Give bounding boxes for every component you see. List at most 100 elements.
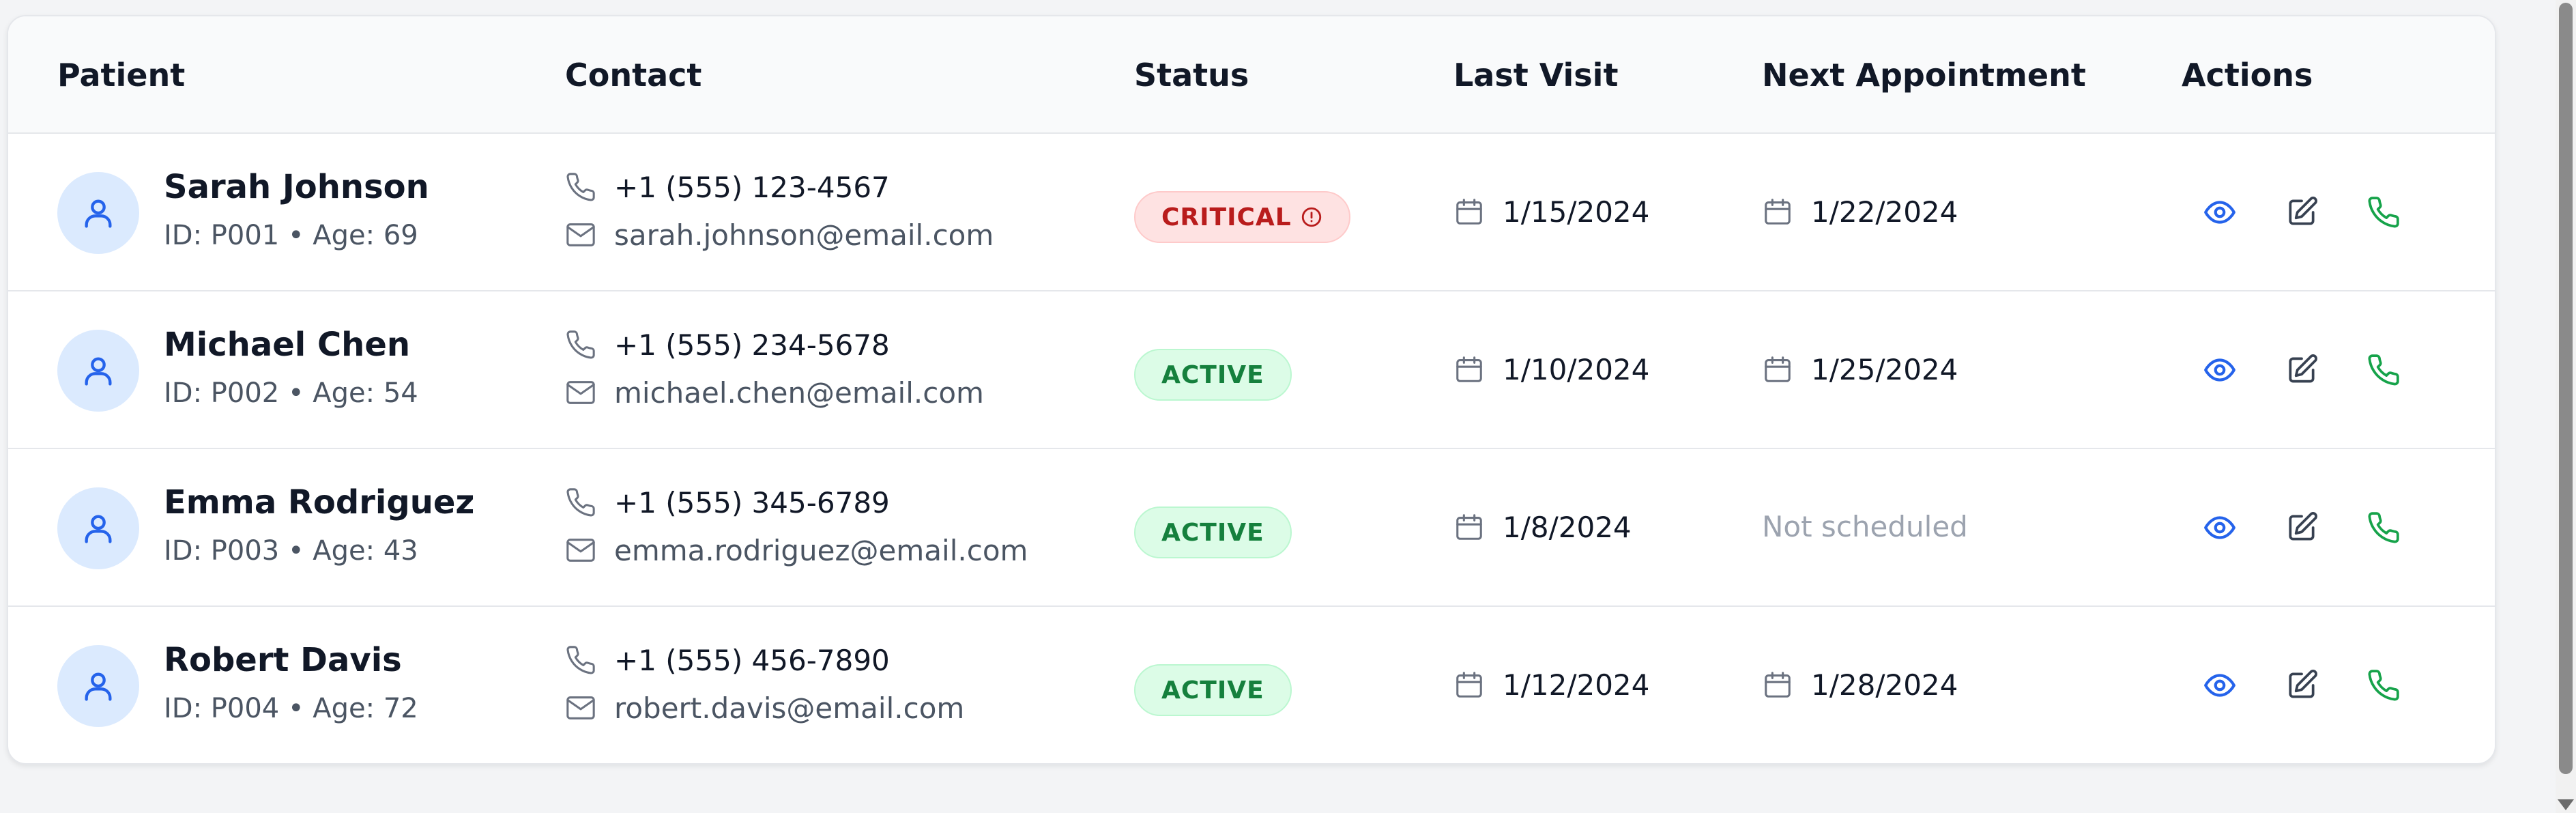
patient-meta: ID: P002 • Age: 54 bbox=[164, 377, 418, 409]
eye-icon bbox=[2204, 674, 2235, 697]
calendar-icon bbox=[1765, 672, 1791, 698]
scroll-down-arrow-icon[interactable] bbox=[2558, 799, 2574, 810]
view-button[interactable] bbox=[2196, 346, 2244, 394]
calendar-icon bbox=[1765, 199, 1791, 225]
column-header-status: Status bbox=[1134, 57, 1249, 94]
page: Patient Contact Status Last Visit Next A… bbox=[0, 0, 2576, 813]
user-icon bbox=[85, 199, 112, 228]
call-button[interactable] bbox=[2360, 346, 2407, 394]
alert-circle-icon bbox=[1301, 207, 1321, 227]
edit-icon bbox=[2289, 354, 2317, 383]
phone-icon bbox=[566, 173, 595, 201]
eye-icon bbox=[2204, 516, 2235, 539]
phone-icon bbox=[566, 646, 595, 674]
avatar bbox=[57, 487, 139, 569]
status-badge: ACTIVE bbox=[1134, 349, 1292, 401]
view-button[interactable] bbox=[2196, 188, 2244, 236]
calendar-icon bbox=[1456, 199, 1482, 225]
user-icon bbox=[85, 515, 112, 543]
patient-meta: ID: P004 • Age: 72 bbox=[164, 693, 418, 724]
next-appointment-date: 1/22/2024 bbox=[1811, 195, 1958, 229]
contact-email: emma.rodriguez@email.com bbox=[565, 531, 1028, 569]
edit-button[interactable] bbox=[2278, 188, 2326, 236]
table-header: Patient Contact Status Last Visit Next A… bbox=[8, 16, 2495, 134]
edit-icon bbox=[2289, 197, 2317, 225]
contact-phone: +1 (555) 234-5678 bbox=[565, 326, 890, 364]
column-header-patient: Patient bbox=[57, 57, 186, 94]
email-address: emma.rodriguez@email.com bbox=[614, 533, 1028, 567]
status-badge: CRITICAL bbox=[1134, 191, 1350, 243]
last-visit: 1/15/2024 bbox=[1453, 191, 1649, 232]
phone-icon bbox=[2368, 354, 2399, 386]
contact-phone: +1 (555) 123-4567 bbox=[565, 168, 890, 206]
contact-phone: +1 (555) 456-7890 bbox=[565, 641, 890, 679]
last-visit-date: 1/15/2024 bbox=[1503, 195, 1650, 229]
avatar bbox=[57, 645, 139, 727]
next-appointment: 1/28/2024 bbox=[1762, 664, 1958, 705]
email-address: michael.chen@email.com bbox=[614, 375, 984, 410]
view-button[interactable] bbox=[2196, 661, 2244, 709]
call-button[interactable] bbox=[2360, 661, 2407, 709]
edit-button[interactable] bbox=[2278, 504, 2326, 552]
column-header-next-appointment: Next Appointment bbox=[1762, 57, 2086, 94]
avatar bbox=[57, 172, 139, 254]
patient-name: Sarah Johnson bbox=[164, 168, 429, 206]
email-address: robert.davis@email.com bbox=[614, 691, 965, 725]
phone-icon bbox=[2368, 512, 2399, 543]
calendar-icon bbox=[1456, 356, 1482, 382]
vertical-scrollbar[interactable] bbox=[2556, 0, 2576, 813]
status-label: ACTIVE bbox=[1161, 518, 1264, 547]
patient-meta: ID: P001 • Age: 69 bbox=[164, 220, 418, 251]
mail-icon bbox=[566, 223, 595, 246]
last-visit: 1/12/2024 bbox=[1453, 664, 1649, 705]
last-visit-date: 1/12/2024 bbox=[1503, 668, 1650, 702]
table-row: Sarah Johnson ID: P001 • Age: 69 +1 (555… bbox=[8, 134, 2495, 291]
table-row: Emma Rodriguez ID: P003 • Age: 43 +1 (55… bbox=[8, 449, 2495, 607]
contact-phone: +1 (555) 345-6789 bbox=[565, 483, 890, 522]
next-appointment-date: 1/28/2024 bbox=[1811, 668, 1958, 702]
view-button[interactable] bbox=[2196, 504, 2244, 552]
phone-number: +1 (555) 123-4567 bbox=[614, 170, 890, 204]
next-appointment: 1/22/2024 bbox=[1762, 191, 1958, 232]
contact-email: sarah.johnson@email.com bbox=[565, 216, 994, 254]
phone-number: +1 (555) 234-5678 bbox=[614, 328, 890, 362]
email-address: sarah.johnson@email.com bbox=[614, 218, 994, 252]
column-header-last-visit: Last Visit bbox=[1453, 57, 1619, 94]
table-row: Michael Chen ID: P002 • Age: 54 +1 (555)… bbox=[8, 291, 2495, 449]
call-button[interactable] bbox=[2360, 188, 2407, 236]
calendar-icon bbox=[1456, 514, 1482, 540]
avatar bbox=[57, 330, 139, 412]
last-visit-date: 1/10/2024 bbox=[1503, 352, 1650, 386]
mail-icon bbox=[566, 381, 595, 404]
edit-icon bbox=[2289, 670, 2317, 698]
patient-name: Emma Rodriguez bbox=[164, 483, 475, 522]
calendar-icon bbox=[1765, 356, 1791, 382]
edit-icon bbox=[2289, 512, 2317, 541]
calendar-icon bbox=[1456, 672, 1482, 698]
edit-button[interactable] bbox=[2278, 661, 2326, 709]
phone-number: +1 (555) 456-7890 bbox=[614, 643, 890, 677]
contact-email: robert.davis@email.com bbox=[565, 689, 964, 727]
phone-number: +1 (555) 345-6789 bbox=[614, 485, 890, 519]
call-button[interactable] bbox=[2360, 504, 2407, 552]
next-appointment-date: 1/25/2024 bbox=[1811, 352, 1958, 386]
table-row: Robert Davis ID: P004 • Age: 72 +1 (555)… bbox=[8, 607, 2495, 763]
last-visit: 1/10/2024 bbox=[1453, 349, 1649, 390]
status-label: ACTIVE bbox=[1161, 360, 1264, 389]
last-visit: 1/8/2024 bbox=[1453, 507, 1632, 547]
mail-icon bbox=[566, 696, 595, 719]
status-badge: ACTIVE bbox=[1134, 507, 1292, 558]
status-badge: ACTIVE bbox=[1134, 664, 1292, 716]
eye-icon bbox=[2204, 358, 2235, 382]
scrollbar-thumb[interactable] bbox=[2559, 3, 2573, 774]
user-icon bbox=[85, 672, 112, 701]
edit-button[interactable] bbox=[2278, 346, 2326, 394]
mail-icon bbox=[566, 539, 595, 562]
patients-table: Patient Contact Status Last Visit Next A… bbox=[7, 15, 2496, 765]
patient-name: Michael Chen bbox=[164, 326, 411, 364]
phone-icon bbox=[2368, 197, 2399, 228]
phone-icon bbox=[566, 488, 595, 517]
patient-meta: ID: P003 • Age: 43 bbox=[164, 535, 418, 567]
contact-email: michael.chen@email.com bbox=[565, 373, 984, 412]
last-visit-date: 1/8/2024 bbox=[1503, 510, 1632, 544]
